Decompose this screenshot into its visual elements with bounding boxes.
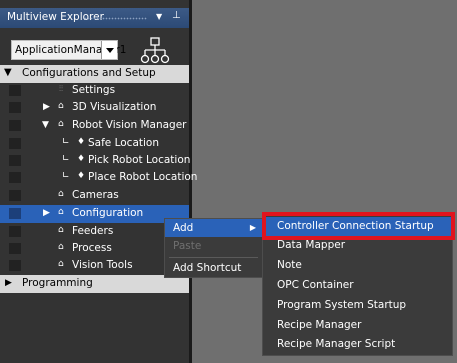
tree-group-configurations[interactable]: ▼ Configurations and Setup: [0, 65, 189, 83]
tree-item-settings[interactable]: ⫶⫶ Settings: [0, 82, 189, 100]
tree-item-label: Configuration: [72, 207, 144, 219]
tree-item-label: Pick Robot Location: [88, 154, 191, 166]
panel-title-bar[interactable]: Multiview Explorer ▼ ⊥: [0, 8, 189, 28]
submenu-item-label: Program System Startup: [277, 299, 407, 311]
folder-icon: ⌂: [58, 242, 64, 252]
menu-item-label: Add Shortcut: [173, 262, 242, 274]
tree-branch-icon: ∟: [62, 154, 70, 164]
tree-item-label: 3D Visualization: [72, 101, 157, 113]
submenu-item-note[interactable]: Note: [263, 256, 452, 275]
item-marker: [9, 85, 21, 96]
tree-item-vision-tools[interactable]: ⌂ Vision Tools: [0, 257, 189, 275]
tree-item-configuration[interactable]: ▶ ⌂ Configuration: [0, 205, 189, 223]
menu-item-label: Paste: [173, 240, 202, 252]
chevron-down-icon[interactable]: [101, 41, 117, 59]
submenu-item-label: Recipe Manager Script: [277, 338, 396, 350]
submenu-item-recipe-manager-script[interactable]: Recipe Manager Script: [263, 335, 452, 354]
multiview-explorer-panel: Multiview Explorer ▼ ⊥ ApplicationManage…: [0, 0, 197, 363]
folder-icon: ⌂: [58, 259, 64, 269]
application-manager-select[interactable]: ApplicationManager1: [11, 40, 126, 60]
location-pin-icon: ♦: [77, 154, 86, 164]
submenu-item-label: OPC Container: [277, 279, 354, 291]
tree-item-label: Feeders: [72, 225, 114, 237]
item-marker: [9, 226, 21, 237]
tree-branch-icon: ∟: [62, 171, 70, 181]
pin-icon[interactable]: ⊥: [172, 10, 181, 21]
add-submenu: Controller Connection Startup Data Mappe…: [262, 213, 453, 356]
submenu-item-recipe-manager[interactable]: Recipe Manager: [263, 316, 452, 335]
tree-item-label: Settings: [72, 84, 116, 96]
submenu-arrow-icon: ▶: [249, 223, 256, 232]
expanded-arrow-icon[interactable]: ▼: [4, 67, 12, 78]
tree-item-label: Vision Tools: [72, 259, 133, 271]
hierarchy-view-icon[interactable]: [140, 37, 170, 65]
collapsed-arrow-icon[interactable]: ▶: [5, 278, 12, 288]
tree-item-robot-vision-manager[interactable]: ▼ ⌂ Robot Vision Manager: [0, 117, 189, 135]
item-marker: [9, 138, 21, 149]
submenu-item-label: Note: [277, 259, 302, 271]
menu-item-add[interactable]: Add ▶: [165, 219, 262, 237]
item-marker: [9, 155, 21, 166]
submenu-item-opc-container[interactable]: OPC Container: [263, 276, 452, 295]
submenu-item-controller-connection-startup[interactable]: Controller Connection Startup: [263, 217, 452, 236]
location-pin-icon: ♦: [77, 137, 86, 147]
tree-item-label: Process: [72, 242, 112, 254]
folder-icon: ⌂: [58, 207, 64, 217]
tree-item-safe-location[interactable]: ∟ ♦ Safe Location: [0, 135, 189, 153]
tree-group-programming[interactable]: ▶ Programming: [0, 275, 189, 293]
folder-icon: ⌂: [58, 189, 64, 199]
tree-item-label: Cameras: [72, 189, 119, 201]
tree-branch-icon: ∟: [62, 137, 70, 147]
tree-item-feeders[interactable]: ⌂ Feeders: [0, 223, 189, 241]
tree-item-label: Robot Vision Manager: [72, 119, 187, 131]
folder-icon: ⌂: [58, 101, 64, 111]
menu-item-add-shortcut[interactable]: Add Shortcut: [165, 259, 262, 277]
tree-group-label: Configurations and Setup: [22, 67, 156, 79]
item-marker: [9, 172, 21, 183]
folder-icon: ⌂: [58, 119, 64, 129]
submenu-item-label: Recipe Manager: [277, 319, 362, 331]
submenu-item-label: Data Mapper: [277, 239, 346, 251]
submenu-item-data-mapper[interactable]: Data Mapper: [263, 236, 452, 255]
drag-grip-icon[interactable]: [84, 17, 147, 20]
menu-item-label: Add: [173, 222, 194, 234]
tree-item-process[interactable]: ⌂ Process: [0, 240, 189, 258]
submenu-item-program-system-startup[interactable]: Program System Startup: [263, 296, 452, 315]
collapsed-arrow-icon[interactable]: ▶: [43, 208, 50, 218]
location-pin-icon: ♦: [77, 171, 86, 181]
submenu-item-label: Controller Connection Startup: [277, 220, 434, 232]
tree-item-pick-robot-location[interactable]: ∟ ♦ Pick Robot Location: [0, 152, 191, 170]
tree-item-label: Safe Location: [88, 137, 160, 149]
tree-item-label: Place Robot Location: [88, 171, 198, 183]
item-marker: [9, 190, 21, 201]
context-menu: Add ▶ Paste Add Shortcut: [164, 218, 263, 278]
expanded-arrow-icon[interactable]: ▼: [42, 120, 49, 130]
menu-separator: [169, 257, 258, 258]
item-marker: [9, 260, 21, 271]
folder-icon: ⌂: [58, 225, 64, 235]
item-marker: [9, 102, 21, 113]
panel-dropdown-icon[interactable]: ▼: [156, 12, 162, 21]
tree-item-3d-visualization[interactable]: ▶ ⌂ 3D Visualization: [0, 99, 189, 117]
collapsed-arrow-icon[interactable]: ▶: [43, 102, 50, 112]
item-marker: [9, 208, 21, 219]
tree-item-place-robot-location[interactable]: ∟ ♦ Place Robot Location: [0, 169, 197, 187]
item-marker: [9, 120, 21, 131]
menu-item-paste[interactable]: Paste: [165, 237, 262, 255]
item-marker: [9, 243, 21, 254]
tree-item-cameras[interactable]: ⌂ Cameras: [0, 187, 189, 205]
tree-group-label: Programming: [22, 277, 93, 289]
settings-icon: ⫶⫶: [59, 84, 63, 93]
